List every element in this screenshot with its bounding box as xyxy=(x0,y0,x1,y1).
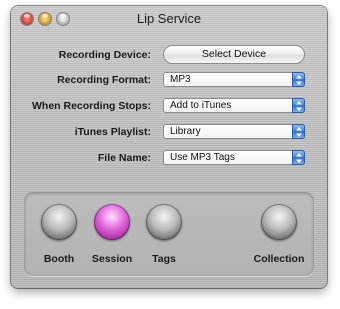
mode-panel: Booth Session Tags Collection xyxy=(24,192,314,276)
itunes-playlist-value: Library xyxy=(170,126,201,137)
booth-button[interactable] xyxy=(41,204,77,240)
itunes-playlist-popup[interactable]: Library xyxy=(163,124,305,139)
recording-device-label: Recording Device: xyxy=(58,49,151,61)
file-name-value: Use MP3 Tags xyxy=(170,152,235,163)
collection-label: Collection xyxy=(253,253,305,265)
itunes-playlist-row: iTunes Playlist: Library xyxy=(11,124,327,142)
session-button[interactable] xyxy=(94,204,130,240)
when-stops-popup[interactable]: Add to iTunes xyxy=(163,98,305,113)
file-name-row: File Name: Use MP3 Tags xyxy=(11,150,327,168)
updown-arrows-icon xyxy=(292,98,305,113)
when-stops-label: When Recording Stops: xyxy=(32,100,151,112)
collection-button[interactable] xyxy=(261,204,297,240)
app-window: Lip Service Recording Device: Select Dev… xyxy=(11,6,327,288)
itunes-playlist-label: iTunes Playlist: xyxy=(74,126,151,138)
select-device-button[interactable]: Select Device xyxy=(163,45,305,64)
updown-arrows-icon xyxy=(292,150,305,165)
window-title: Lip Service xyxy=(136,11,202,26)
tags-button[interactable] xyxy=(146,204,182,240)
recording-format-popup[interactable]: MP3 xyxy=(163,72,305,87)
recording-format-row: Recording Format: MP3 xyxy=(11,72,327,90)
when-stops-row: When Recording Stops: Add to iTunes xyxy=(11,98,327,116)
file-name-label: File Name: xyxy=(97,152,151,164)
title-bar[interactable]: Lip Service xyxy=(11,6,327,30)
when-stops-value: Add to iTunes xyxy=(170,100,232,111)
recording-format-value: MP3 xyxy=(170,74,191,85)
tags-label: Tags xyxy=(152,253,176,265)
recording-format-label: Recording Format: xyxy=(57,74,151,86)
updown-arrows-icon xyxy=(292,124,305,139)
file-name-popup[interactable]: Use MP3 Tags xyxy=(163,150,305,165)
recording-device-row: Recording Device: Select Device xyxy=(11,45,327,65)
updown-arrows-icon xyxy=(292,72,305,87)
